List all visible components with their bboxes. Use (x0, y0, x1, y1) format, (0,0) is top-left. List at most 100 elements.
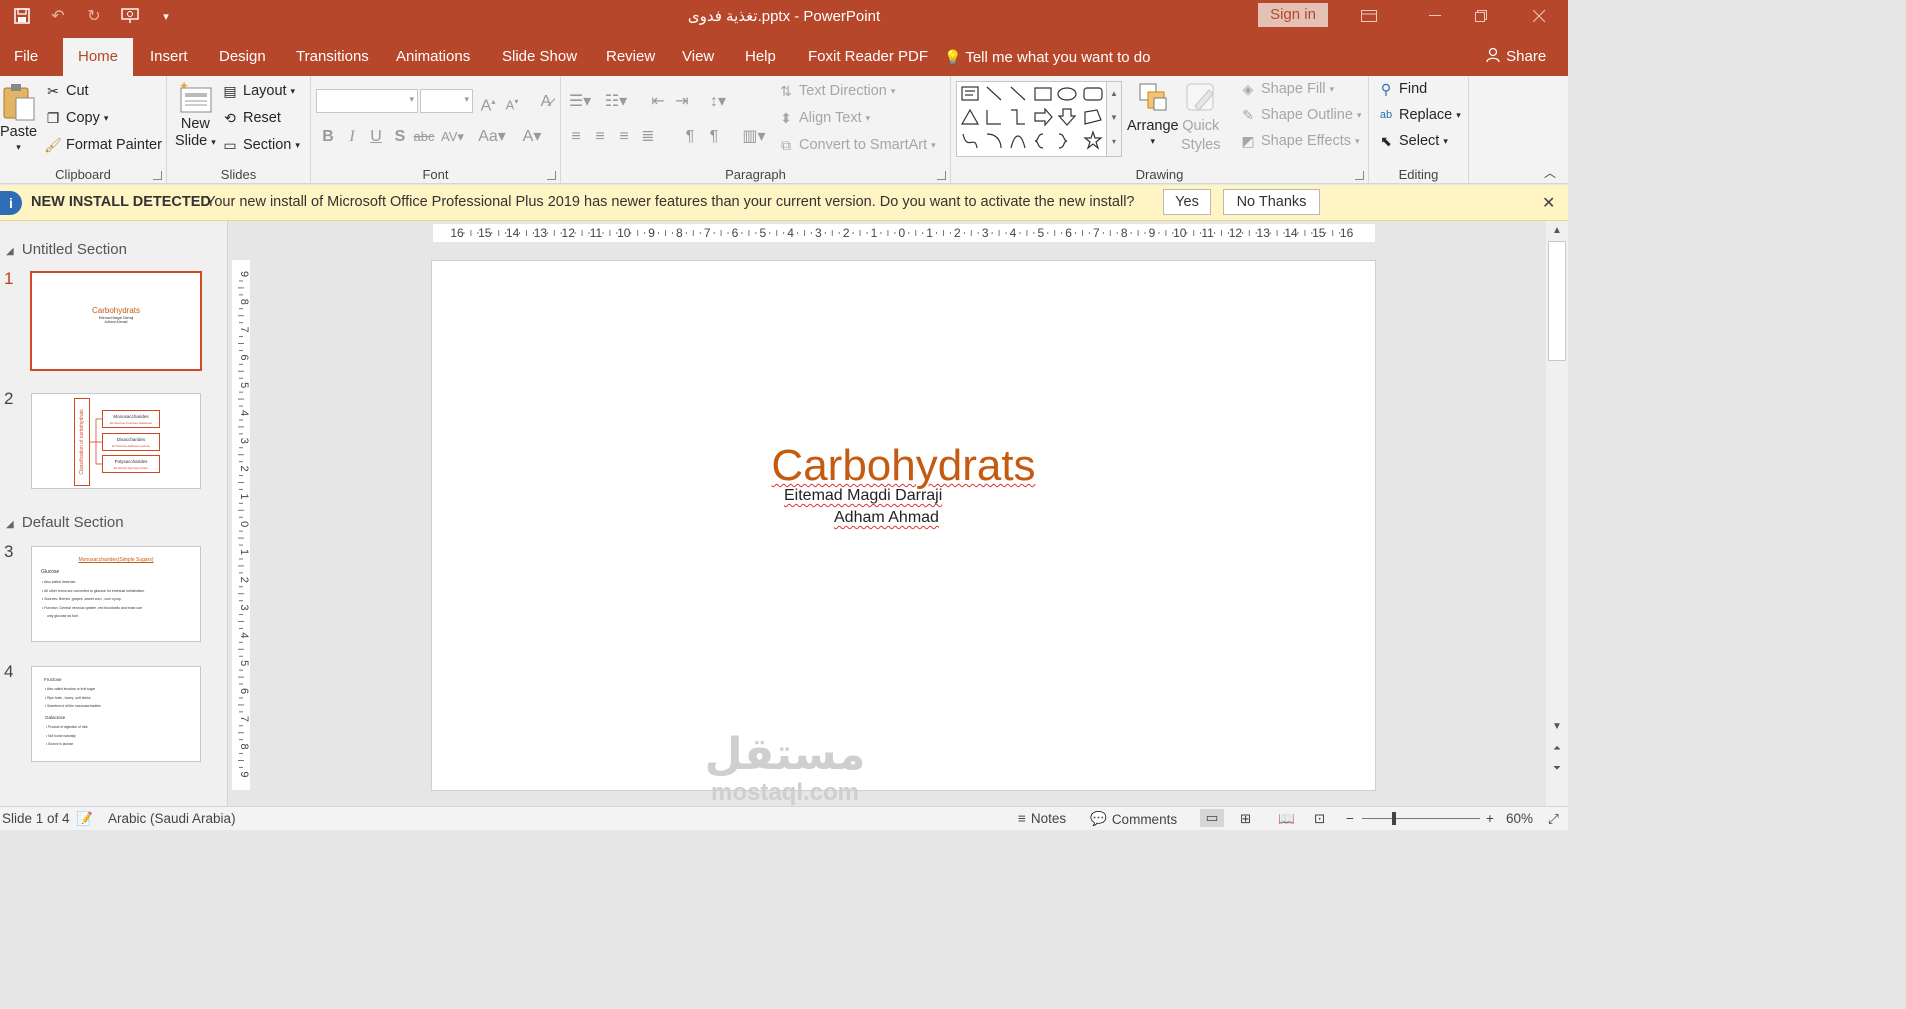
tab-insert[interactable]: Insert (136, 38, 202, 76)
slide-thumbnail-1[interactable]: Carbohydrats Eitemad Magdi Darraji Adham… (30, 271, 202, 371)
close-icon[interactable]: ✕ (1542, 193, 1555, 213)
decrease-indent-icon[interactable]: ⇤ (647, 91, 669, 113)
tab-help[interactable]: Help (731, 38, 790, 76)
numbering-icon[interactable]: ☷▾ (601, 91, 631, 113)
zoom-slider[interactable] (1362, 812, 1480, 825)
section-button[interactable]: ▭ Section ▾ (221, 136, 300, 154)
change-case-icon[interactable]: Aa▾ (475, 126, 509, 148)
columns-icon[interactable]: ▥▾ (739, 126, 769, 148)
slide-show-icon[interactable]: ⊡ (1314, 811, 1325, 827)
next-slide-icon[interactable]: ⏷ (1549, 761, 1565, 777)
strikethrough-icon[interactable]: abc (413, 126, 435, 148)
underline-icon[interactable]: U (365, 126, 387, 148)
align-left-icon[interactable]: ≡ (565, 126, 587, 148)
font-color-icon[interactable]: A▾ (519, 126, 545, 148)
slide-subtitle-line-1[interactable]: Eitemad Magdi Darraji (784, 487, 942, 505)
quick-styles-button[interactable]: Quick Styles (1181, 80, 1221, 154)
align-right-icon[interactable]: ≡ (613, 126, 635, 148)
justify-icon[interactable]: ≣ (637, 126, 659, 148)
scroll-up-icon[interactable]: ▲ (1549, 223, 1565, 239)
paste-button[interactable]: Paste ▾ (0, 82, 37, 153)
tab-transitions[interactable]: Transitions (282, 38, 383, 76)
slide-subtitle-line-2[interactable]: Adham Ahmad (834, 509, 939, 527)
save-icon[interactable] (8, 4, 36, 28)
bullets-icon[interactable]: ☰▾ (565, 91, 595, 113)
section-header-default[interactable]: ◢ Default Section (6, 514, 124, 531)
shape-effects-button[interactable]: ◩ Shape Effects ▾ (1239, 132, 1359, 150)
shapes-gallery[interactable] (956, 81, 1114, 157)
font-size-combobox[interactable]: ▾ (420, 89, 473, 113)
yes-button[interactable]: Yes (1163, 189, 1211, 215)
replace-button[interactable]: ab Replace ▾ (1377, 106, 1461, 124)
zoom-level[interactable]: 60% (1506, 811, 1533, 826)
spell-check-icon[interactable]: 📝 (76, 811, 93, 827)
align-center-icon[interactable]: ≡ (589, 126, 611, 148)
zoom-in-icon[interactable]: + (1486, 811, 1494, 826)
line-spacing-icon[interactable]: ↕▾ (703, 91, 733, 113)
current-slide[interactable]: Carbohydrats Eitemad Magdi Darraji Adham… (431, 260, 1376, 791)
bold-icon[interactable]: B (317, 126, 339, 148)
slide-title[interactable]: Carbohydrats (432, 441, 1375, 491)
slide-thumbnail-4[interactable]: Fructose • Also called levulose or fruit… (31, 666, 201, 762)
character-spacing-icon[interactable]: AV▾ (441, 126, 464, 148)
find-button[interactable]: ⚲ Find (1377, 80, 1427, 98)
shapes-gallery-scroll[interactable]: ▲ ▼ ▾ (1106, 81, 1122, 157)
tab-home[interactable]: Home (63, 38, 133, 76)
zoom-out-icon[interactable]: − (1346, 811, 1354, 826)
undo-icon[interactable]: ↶ (44, 4, 72, 28)
tab-view[interactable]: View (668, 38, 728, 76)
sign-in-button[interactable]: Sign in (1258, 3, 1328, 27)
text-shadow-icon[interactable]: S (389, 126, 411, 148)
dialog-launcher-icon[interactable] (937, 171, 946, 180)
slide-thumbnail-3[interactable]: Monosaccharides(Simple Sugars) Glucose •… (31, 546, 201, 642)
new-slide-button[interactable]: ✦ New Slide ▾ (175, 80, 216, 151)
shape-outline-button[interactable]: ✎ Shape Outline ▾ (1239, 106, 1361, 124)
clear-formatting-icon[interactable]: A̷ (535, 91, 557, 113)
previous-slide-icon[interactable]: ⏶ (1549, 741, 1565, 757)
normal-view-icon[interactable]: ▭ (1200, 809, 1224, 827)
increase-font-size-icon[interactable]: A▴ (477, 91, 499, 114)
format-painter-button[interactable]: 🖌 Format Painter (44, 136, 162, 154)
minimize-icon[interactable] (1412, 0, 1458, 32)
scroll-down-icon[interactable]: ▼ (1549, 719, 1565, 735)
dialog-launcher-icon[interactable] (1355, 171, 1364, 180)
ribbon-display-options-icon[interactable] (1346, 0, 1392, 32)
fit-slide-icon[interactable]: ⤢ (1548, 811, 1559, 827)
dialog-launcher-icon[interactable] (547, 171, 556, 180)
shape-fill-button[interactable]: ◈ Shape Fill ▾ (1239, 80, 1334, 98)
arrange-button[interactable]: Arrange ▾ (1127, 80, 1179, 147)
tab-animations[interactable]: Animations (382, 38, 484, 76)
close-window-icon[interactable] (1516, 0, 1562, 32)
reset-button[interactable]: ⟲ Reset (221, 109, 281, 127)
tab-review[interactable]: Review (592, 38, 669, 76)
align-text-button[interactable]: ⬍ Align Text ▾ (777, 109, 870, 127)
text-direction-button[interactable]: ⇅ Text Direction ▾ (777, 82, 895, 100)
increase-indent-icon[interactable]: ⇥ (671, 91, 693, 113)
layout-button[interactable]: ▤ Layout ▾ (221, 82, 295, 100)
ltr-direction-icon[interactable]: ¶ (679, 126, 701, 148)
select-button[interactable]: ⬉ Select ▾ (1377, 132, 1448, 150)
tab-design[interactable]: Design (205, 38, 280, 76)
cut-button[interactable]: ✂ Cut (44, 82, 88, 100)
italic-icon[interactable]: I (341, 126, 363, 148)
section-header-untitled[interactable]: ◢ Untitled Section (6, 241, 127, 258)
dialog-launcher-icon[interactable] (153, 171, 162, 180)
notes-button[interactable]: ≡ Notes (1018, 811, 1066, 826)
decrease-font-size-icon[interactable]: A▾ (501, 91, 523, 113)
slide-sorter-icon[interactable]: ⊞ (1240, 811, 1251, 827)
comments-button[interactable]: 💬 Comments (1090, 811, 1177, 827)
no-thanks-button[interactable]: No Thanks (1223, 189, 1320, 215)
customize-qat-icon[interactable]: ▾ (152, 4, 180, 28)
tab-slide-show[interactable]: Slide Show (488, 38, 591, 76)
collapse-ribbon-icon[interactable]: ︿ (1544, 164, 1556, 181)
slide-thumbnail-2[interactable]: Classification of carbohydrats Monosacch… (31, 393, 201, 489)
font-name-combobox[interactable]: ▾ (316, 89, 418, 113)
reading-view-icon[interactable]: 📖 (1278, 811, 1295, 827)
rtl-direction-icon[interactable]: ¶ (703, 126, 725, 148)
vertical-scrollbar[interactable]: ▲ ▼ ⏶ ⏷ (1546, 221, 1568, 806)
convert-smartart-button[interactable]: ⧉ Convert to SmartArt ▾ (777, 136, 936, 154)
share-button[interactable]: Share (1486, 38, 1546, 76)
start-from-beginning-icon[interactable] (116, 4, 144, 28)
scrollbar-thumb[interactable] (1548, 241, 1566, 361)
tab-file[interactable]: File (0, 38, 52, 76)
